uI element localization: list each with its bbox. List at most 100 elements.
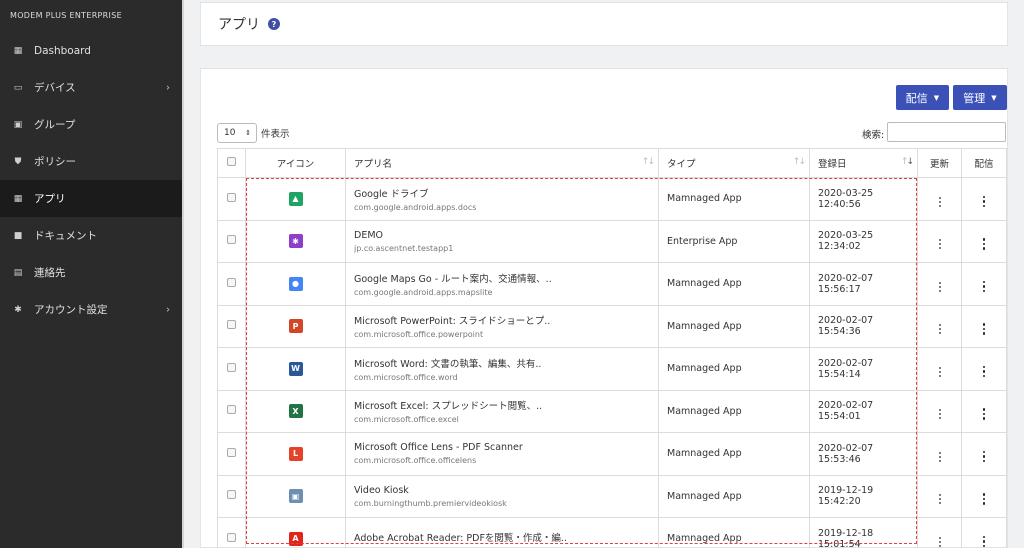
kebab-menu-icon[interactable] — [982, 408, 986, 420]
kebab-menu-icon[interactable] — [938, 196, 941, 207]
kebab-menu-icon[interactable] — [982, 280, 986, 293]
col-header-name[interactable]: アプリ名 ↑↓ — [345, 148, 659, 178]
search-input[interactable] — [887, 122, 1006, 142]
manage-dropdown-button[interactable]: 管理 ▼ — [953, 85, 1007, 110]
row-select-cell[interactable] — [217, 517, 246, 548]
sidebar-item[interactable]: ▭ デバイス › — [0, 69, 182, 106]
table-row[interactable]: L Microsoft Office Lens - PDF Scanner com.… — [217, 432, 1007, 476]
row-checkbox[interactable] — [227, 532, 236, 542]
row-select-cell[interactable] — [217, 389, 246, 433]
sidebar-item[interactable]: ▣ グループ — [0, 106, 182, 143]
row-checkbox[interactable] — [227, 235, 236, 245]
kebab-menu-icon[interactable] — [938, 239, 941, 250]
kebab-menu-icon[interactable] — [982, 238, 986, 250]
kebab-menu-icon[interactable] — [982, 365, 986, 378]
app-icon-cell: A — [245, 517, 346, 548]
kebab-menu-icon[interactable] — [938, 324, 941, 335]
app-name-cell[interactable]: Google Maps Go - ルート案内、交通情報、.. com.google… — [345, 262, 659, 306]
update-menu-cell[interactable] — [917, 517, 962, 548]
sidebar-item[interactable]: ▦ Dashboard — [0, 32, 182, 69]
app-name-cell[interactable]: Microsoft Word: 文書の執筆、編集、共有.. com.microso… — [345, 347, 659, 391]
kebab-menu-icon[interactable] — [938, 366, 941, 377]
app-name-cell[interactable]: Video Kiosk com.burningthumb.premiervideo… — [345, 474, 659, 518]
kebab-menu-icon[interactable] — [938, 281, 941, 292]
app-name-cell[interactable]: Google ドライブ com.google.android.apps.docs — [345, 177, 659, 221]
kebab-menu-icon[interactable] — [938, 494, 941, 505]
deliver-menu-cell[interactable] — [961, 432, 1007, 476]
app-type: Mamnaged App — [658, 474, 810, 518]
sidebar-item[interactable]: ▦ アプリ — [0, 180, 182, 217]
row-select-cell[interactable] — [217, 474, 246, 518]
update-menu-cell[interactable] — [917, 347, 962, 391]
select-all-checkbox[interactable] — [227, 157, 236, 166]
row-select-cell[interactable] — [217, 304, 246, 348]
col-header-date[interactable]: 登録日 ↑↓ — [809, 148, 918, 178]
kebab-menu-icon[interactable] — [982, 195, 986, 208]
kebab-menu-icon[interactable] — [982, 450, 986, 463]
sidebar-item[interactable]: ⛊ ポリシー — [0, 143, 182, 180]
row-select-cell[interactable] — [217, 177, 246, 221]
app-icon-cell: ● — [245, 262, 346, 306]
app-name-cell[interactable]: DEMO jp.co.ascentnet.testapp1 — [345, 219, 659, 263]
update-menu-cell[interactable] — [917, 177, 962, 221]
row-select-cell[interactable] — [217, 219, 246, 263]
update-menu-cell[interactable] — [917, 432, 962, 476]
table-row[interactable]: W Microsoft Word: 文書の執筆、編集、共有.. com.micros… — [217, 347, 1007, 391]
row-checkbox[interactable] — [227, 320, 236, 330]
table-row[interactable]: ✱ DEMO jp.co.ascentnet.testapp1 Enterprise … — [217, 219, 1007, 263]
deliver-menu-cell[interactable] — [961, 517, 1007, 548]
row-checkbox[interactable] — [227, 405, 236, 415]
row-checkbox[interactable] — [227, 277, 236, 287]
kebab-menu-icon[interactable] — [982, 535, 986, 548]
table-row[interactable]: ▣ Video Kiosk com.burningthumb.premiervide… — [217, 474, 1007, 518]
office-lens-icon: L — [288, 446, 303, 461]
row-select-cell[interactable] — [217, 262, 246, 306]
deliver-menu-cell[interactable] — [961, 262, 1007, 306]
row-checkbox[interactable] — [227, 192, 236, 202]
table-row[interactable]: ▲ Google ドライブ com.google.android.apps.docs… — [217, 177, 1007, 221]
deliver-menu-cell[interactable] — [961, 347, 1007, 391]
update-menu-cell[interactable] — [917, 389, 962, 433]
app-name-cell[interactable]: Microsoft Office Lens - PDF Scanner com.m… — [345, 432, 659, 476]
kebab-menu-icon[interactable] — [938, 409, 941, 420]
select-all-cell[interactable] — [217, 148, 246, 178]
deliver-menu-cell[interactable] — [961, 474, 1007, 518]
table-row[interactable]: P Microsoft PowerPoint: スライドショーとプ.. com.mi… — [217, 304, 1007, 348]
row-select-cell[interactable] — [217, 432, 246, 476]
table-row[interactable]: ● Google Maps Go - ルート案内、交通情報、.. com.googl… — [217, 262, 1007, 306]
deliver-menu-cell[interactable] — [961, 304, 1007, 348]
deliver-dropdown-button[interactable]: 配信 ▼ — [896, 85, 949, 110]
sidebar-item[interactable]: ▤ 連絡先 — [0, 254, 182, 291]
update-menu-cell[interactable] — [917, 219, 962, 263]
sidebar-item[interactable]: ✱ アカウント設定 › — [0, 291, 182, 328]
row-checkbox[interactable] — [227, 447, 236, 457]
deliver-menu-cell[interactable] — [961, 177, 1007, 221]
table-row[interactable]: A Adobe Acrobat Reader: PDFを閲覧・作成・編.. Mamn… — [217, 517, 1007, 548]
row-checkbox[interactable] — [227, 490, 236, 500]
kebab-menu-icon[interactable] — [938, 451, 941, 462]
app-name-cell[interactable]: Microsoft Excel: スプレッドシート閲覧、.. com.micros… — [345, 389, 659, 433]
sidebar-item-label: アカウント設定 — [34, 304, 108, 316]
kebab-menu-icon[interactable] — [982, 323, 986, 335]
app-name-cell[interactable]: Microsoft PowerPoint: スライドショーとプ.. com.mic… — [345, 304, 659, 348]
maps-pin-icon: ● — [288, 276, 303, 291]
sidebar-item[interactable]: ■ ドキュメント — [0, 217, 182, 254]
kebab-menu-icon[interactable] — [938, 536, 941, 547]
col-header-type[interactable]: タイプ ↑↓ — [658, 148, 810, 178]
app-name: Microsoft Word: 文書の執筆、編集、共有.. — [354, 358, 542, 370]
row-select-cell[interactable] — [217, 347, 246, 391]
page-length-select[interactable]: 10 ⇕ — [217, 123, 257, 143]
kebab-menu-icon[interactable] — [982, 493, 986, 505]
main-area: アプリ ? 配信 ▼ 管理 ▼ 10 ⇕ 件表示 検索: アイコン アプリ名 ↑… — [182, 0, 1024, 548]
deliver-menu-cell[interactable] — [961, 389, 1007, 433]
row-checkbox[interactable] — [227, 362, 236, 372]
update-menu-cell[interactable] — [917, 474, 962, 518]
app-package: jp.co.ascentnet.testapp1 — [354, 243, 454, 253]
deliver-menu-cell[interactable] — [961, 219, 1007, 263]
help-icon[interactable]: ? — [268, 18, 280, 30]
app-name-cell[interactable]: Adobe Acrobat Reader: PDFを閲覧・作成・編.. — [345, 517, 659, 548]
update-menu-cell[interactable] — [917, 262, 962, 306]
shield-icon: ⛊ — [14, 156, 22, 167]
table-row[interactable]: X Microsoft Excel: スプレッドシート閲覧、.. com.micro… — [217, 389, 1007, 433]
update-menu-cell[interactable] — [917, 304, 962, 348]
